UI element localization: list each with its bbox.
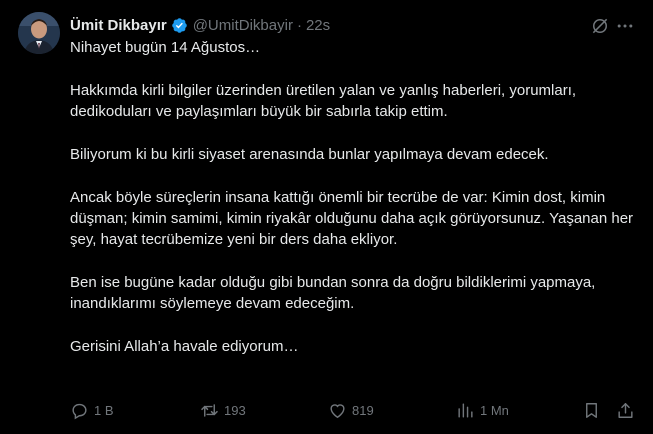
- tweet-timestamp[interactable]: 22s: [306, 17, 330, 34]
- author-name[interactable]: Ümit Dikbayır: [70, 17, 167, 34]
- author-handle[interactable]: @UmitDikbayir: [193, 17, 293, 34]
- tweet-paragraph: Ancak böyle süreçlerin insana kattığı ön…: [70, 189, 634, 248]
- separator-dot: ·: [296, 16, 302, 34]
- tweet-paragraph: Nihayet bugün 14 Ağustos…: [70, 39, 261, 56]
- tweet-header: Ümit Dikbayır @UmitDikbayir · 22s: [70, 14, 653, 36]
- tweet-text: Nihayet bugün 14 Ağustos… Hakkımda kirli…: [70, 37, 640, 357]
- tweet-paragraph: Gerisini Allah’a havale ediyorum…: [70, 338, 299, 355]
- like-button[interactable]: 819: [328, 398, 374, 422]
- like-count: 819: [352, 402, 374, 418]
- reply-count: 1 B: [94, 402, 114, 418]
- tweet-paragraph: Ben ise bugüne kadar olduğu gibi bundan …: [70, 274, 596, 312]
- grok-icon[interactable]: [590, 16, 610, 36]
- views-icon: [458, 402, 473, 418]
- views-count: 1 Mn: [480, 402, 509, 418]
- share-icon: [618, 402, 633, 418]
- bookmark-button[interactable]: [582, 398, 601, 422]
- verified-badge-icon: [171, 17, 188, 34]
- reply-icon: [72, 403, 87, 419]
- tweet-paragraph: Biliyorum ki bu kirli siyaset arenasında…: [70, 146, 549, 163]
- repost-count: 193: [224, 402, 246, 418]
- reply-button[interactable]: 1 B: [70, 398, 114, 422]
- avatar[interactable]: [18, 12, 60, 54]
- bookmark-icon: [586, 402, 597, 418]
- tweet-paragraph: Hakkımda kirli bilgiler üzerinden üretil…: [70, 82, 577, 120]
- repost-button[interactable]: 193: [200, 398, 246, 422]
- like-icon: [330, 403, 345, 418]
- share-button[interactable]: [616, 398, 635, 422]
- views-button[interactable]: 1 Mn: [456, 398, 509, 422]
- more-icon[interactable]: [615, 16, 635, 36]
- tweet-actions: 1 B 193 819 1 Mn: [70, 398, 635, 422]
- repost-icon: [201, 403, 218, 417]
- avatar-image: [18, 12, 60, 54]
